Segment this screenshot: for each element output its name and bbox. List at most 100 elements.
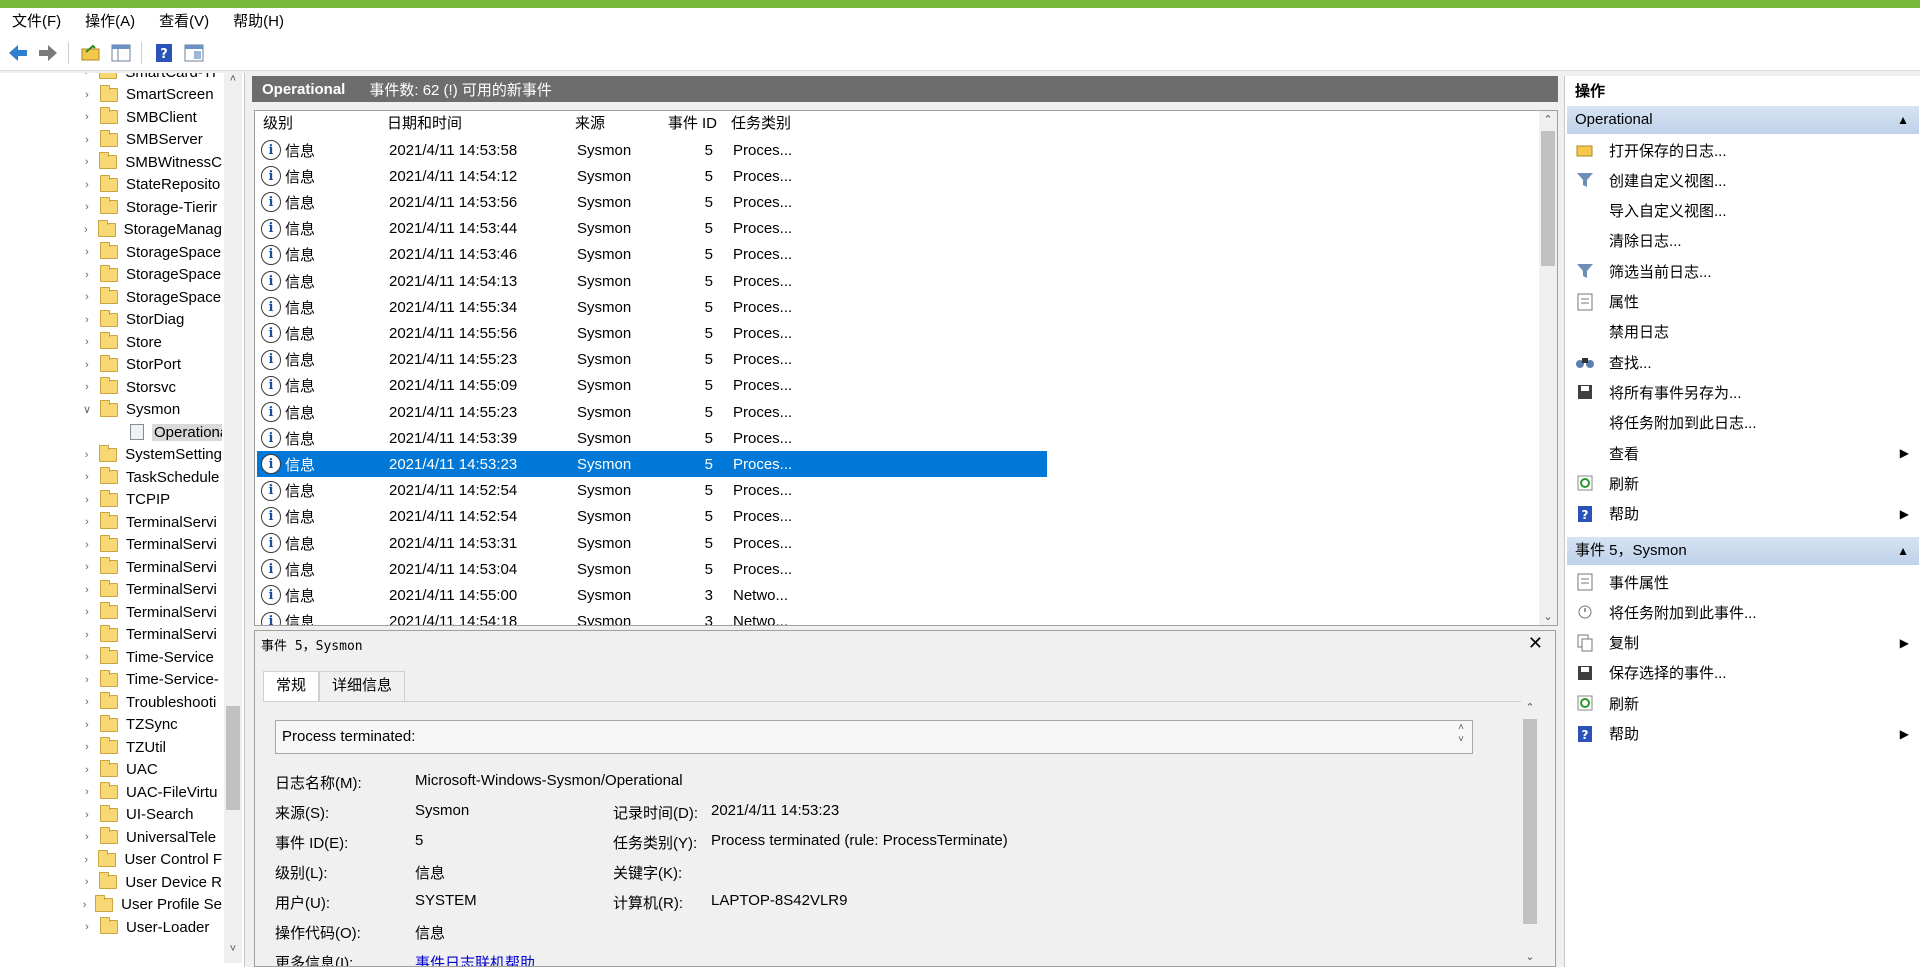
collapse-icon[interactable]: ▲	[1897, 537, 1909, 565]
chevron-right-icon[interactable]: ›	[80, 359, 94, 371]
tree-item[interactable]: › TZSync	[0, 714, 222, 736]
table-row[interactable]: i 信息 2021/4/11 14:52:54 Sysmon 5 Proces...	[257, 504, 1047, 530]
tree-item[interactable]: › UI-Search	[0, 804, 222, 826]
chevron-right-icon[interactable]: ›	[80, 674, 94, 686]
column-event-id[interactable]: 事件 ID	[651, 111, 723, 137]
table-row[interactable]: i 信息 2021/4/11 14:54:13 Sysmon 5 Proces...	[257, 268, 1047, 294]
menu-file[interactable]: 文件(F)	[0, 8, 73, 36]
menu-view[interactable]: 查看(V)	[147, 8, 221, 36]
chevron-right-icon[interactable]: ›	[80, 696, 94, 708]
tree-item-operational[interactable]: Operationa	[0, 421, 222, 443]
tree-item[interactable]: ∨ Sysmon	[0, 399, 222, 421]
chevron-right-icon[interactable]: ›	[80, 134, 94, 146]
chevron-right-icon[interactable]: ›	[80, 854, 92, 866]
chevron-right-icon[interactable]: ›	[80, 539, 94, 551]
detail-scrollbar[interactable]: ⌃ ⌄	[1521, 699, 1539, 965]
tree-item[interactable]: › TerminalServi	[0, 601, 222, 623]
action-item[interactable]: ? 帮助 ▶	[1567, 719, 1919, 749]
table-row[interactable]: i 信息 2021/4/11 14:53:39 Sysmon 5 Proces...	[257, 425, 1047, 451]
table-row[interactable]: i 信息 2021/4/11 14:53:23 Sysmon 5 Proces...	[257, 451, 1047, 478]
chevron-right-icon[interactable]: ›	[80, 73, 93, 78]
tree-item[interactable]: › TerminalServi	[0, 534, 222, 556]
column-level[interactable]: 级别	[255, 111, 379, 137]
tree-item[interactable]: › StateReposito	[0, 174, 222, 196]
tree-item[interactable]: › SMBWitnessC	[0, 151, 222, 173]
table-row[interactable]: i 信息 2021/4/11 14:53:44 Sysmon 5 Proces...	[257, 216, 1047, 242]
column-source[interactable]: 来源	[567, 111, 651, 137]
tree-item[interactable]: › Time-Service	[0, 646, 222, 668]
table-row[interactable]: i 信息 2021/4/11 14:55:09 Sysmon 5 Proces...	[257, 373, 1047, 399]
back-arrow-icon[interactable]	[6, 41, 30, 65]
table-row[interactable]: i 信息 2021/4/11 14:55:23 Sysmon 5 Proces...	[257, 399, 1047, 425]
tree-item[interactable]: › Store	[0, 331, 222, 353]
tree-item[interactable]: › StorageSpace	[0, 241, 222, 263]
table-row[interactable]: i 信息 2021/4/11 14:55:34 Sysmon 5 Proces...	[257, 294, 1047, 320]
table-row[interactable]: i 信息 2021/4/11 14:54:12 Sysmon 5 Proces...	[257, 163, 1047, 189]
tree-scrollbar[interactable]: ˄ ˅	[224, 73, 242, 963]
action-item[interactable]: 事件属性	[1567, 567, 1919, 597]
chevron-right-icon[interactable]: ›	[80, 179, 94, 191]
tree-item[interactable]: › SMBServer	[0, 129, 222, 151]
action-item[interactable]: 创建自定义视图...	[1567, 165, 1919, 195]
close-icon[interactable]: ✕	[1528, 633, 1543, 654]
online-help-link[interactable]: 事件日志联机帮助	[415, 952, 535, 966]
chevron-right-icon[interactable]: ›	[80, 719, 94, 731]
tree-item[interactable]: › TerminalServi	[0, 511, 222, 533]
chevron-right-icon[interactable]: ›	[80, 494, 94, 506]
chevron-right-icon[interactable]: ›	[80, 584, 94, 596]
chevron-right-icon[interactable]: ›	[80, 314, 94, 326]
chevron-right-icon[interactable]: ›	[80, 336, 94, 348]
tree-item[interactable]: › TerminalServi	[0, 579, 222, 601]
tree-item[interactable]: › UAC	[0, 759, 222, 781]
event-message-box[interactable]: Process terminated: ˄ ˅	[275, 720, 1473, 754]
chevron-right-icon[interactable]: ›	[80, 876, 93, 888]
chevron-right-icon[interactable]: ›	[80, 516, 94, 528]
chevron-right-icon[interactable]: ›	[80, 629, 94, 641]
column-task-category[interactable]: 任务类别	[723, 111, 803, 137]
tab-general[interactable]: 常规	[263, 671, 320, 702]
tree-item[interactable]: › Time-Service-	[0, 669, 222, 691]
scroll-thumb[interactable]	[226, 706, 240, 810]
table-row[interactable]: i 信息 2021/4/11 14:53:56 Sysmon 5 Proces...	[257, 189, 1047, 215]
tree-item[interactable]: › SmartScreen	[0, 84, 222, 106]
tree-item[interactable]: › UniversalTele	[0, 826, 222, 848]
table-row[interactable]: i 信息 2021/4/11 14:54:18 Sysmon 3 Netwo...	[257, 609, 1047, 625]
tree-item[interactable]: › SystemSetting	[0, 444, 222, 466]
tree-item[interactable]: › User-Loader	[0, 916, 222, 938]
open-folder-icon[interactable]	[79, 41, 103, 65]
table-row[interactable]: i 信息 2021/4/11 14:53:04 Sysmon 5 Proces...	[257, 556, 1047, 582]
forward-arrow-icon[interactable]	[36, 41, 60, 65]
chevron-right-icon[interactable]: ›	[80, 201, 94, 213]
table-row[interactable]: i 信息 2021/4/11 14:53:31 Sysmon 5 Proces...	[257, 530, 1047, 556]
chevron-right-icon[interactable]: ›	[80, 561, 94, 573]
action-item[interactable]: 刷新	[1567, 688, 1919, 718]
table-row[interactable]: i 信息 2021/4/11 14:55:00 Sysmon 3 Netwo...	[257, 582, 1047, 608]
tree-item[interactable]: › StorageSpace	[0, 264, 222, 286]
tree-item[interactable]: › User Control F	[0, 849, 222, 871]
message-scroll-icon[interactable]: ˄ ˅	[1458, 722, 1464, 746]
help-icon[interactable]: ?	[152, 41, 176, 65]
tree-item[interactable]: › StorPort	[0, 354, 222, 376]
action-item[interactable]: 打开保存的日志...	[1567, 135, 1919, 165]
chevron-right-icon[interactable]: ›	[80, 764, 94, 776]
action-item[interactable]: 属性	[1567, 287, 1919, 317]
action-item[interactable]: 将所有事件另存为...	[1567, 377, 1919, 407]
table-row[interactable]: i 信息 2021/4/11 14:53:46 Sysmon 5 Proces...	[257, 242, 1047, 268]
tree-item[interactable]: › SmartCard-TP	[0, 73, 222, 83]
action-item[interactable]: 清除日志...	[1567, 226, 1919, 256]
chevron-right-icon[interactable]: ›	[80, 381, 94, 393]
scroll-up-icon[interactable]: ˄	[224, 73, 242, 85]
menu-help[interactable]: 帮助(H)	[221, 8, 296, 36]
tree-item[interactable]: › Troubleshooti	[0, 691, 222, 713]
action-item[interactable]: 刷新	[1567, 468, 1919, 498]
table-row[interactable]: i 信息 2021/4/11 14:55:23 Sysmon 5 Proces...	[257, 347, 1047, 373]
action-item[interactable]: 筛选当前日志...	[1567, 256, 1919, 286]
collapse-icon[interactable]: ▲	[1897, 106, 1909, 134]
chevron-right-icon[interactable]: ›	[80, 899, 89, 911]
tree-item[interactable]: › User Device R	[0, 871, 222, 893]
scroll-down-icon[interactable]: ˅	[224, 943, 242, 955]
action-item[interactable]: ? 帮助 ▶	[1567, 499, 1919, 529]
table-row[interactable]: i 信息 2021/4/11 14:55:56 Sysmon 5 Proces...	[257, 320, 1047, 346]
action-item[interactable]: 查找...	[1567, 347, 1919, 377]
tree-item[interactable]: › Storsvc	[0, 376, 222, 398]
